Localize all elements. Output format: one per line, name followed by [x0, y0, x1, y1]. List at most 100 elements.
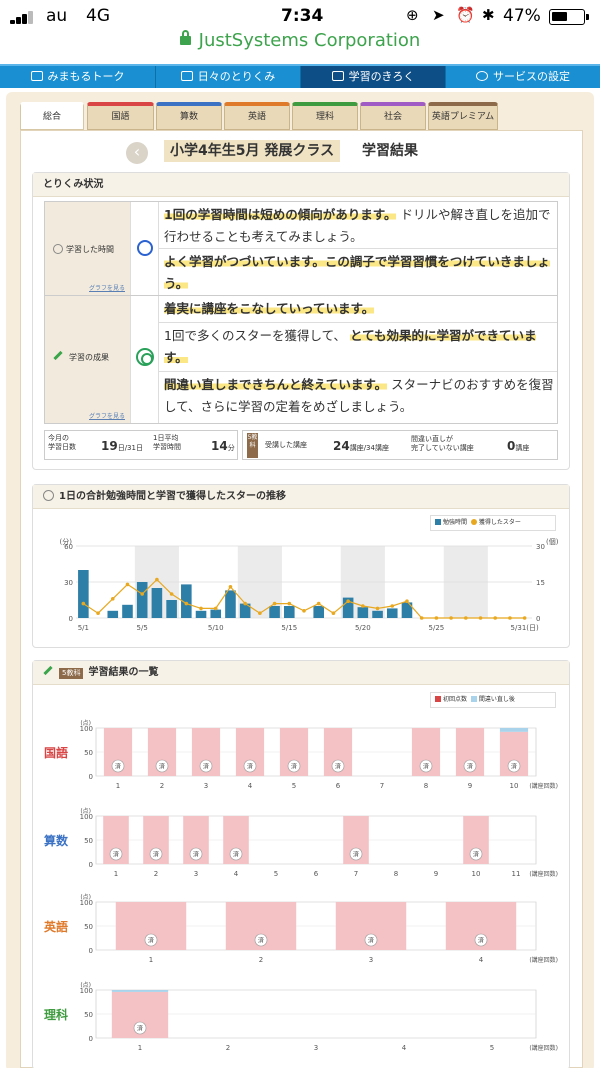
y-tick: 0 [89, 947, 93, 955]
done-stamp-text: 済 [511, 763, 517, 771]
five-subjects-badge: 5教科 [247, 433, 258, 458]
bar-chart-icon [331, 71, 344, 81]
done-stamp-text: 済 [233, 851, 239, 859]
star-point [361, 604, 365, 608]
result-section: 学習の成果 グラフを見る 着実に講座をこなしていっています。 1回で多くのスター… [44, 296, 558, 424]
x-tick: 3 [369, 956, 373, 964]
rotation-lock-icon: ⊕ [406, 6, 419, 24]
x-tick: 1 [149, 956, 153, 964]
tab-japanese[interactable]: 国語 [87, 102, 154, 130]
x-tick: 2 [259, 956, 263, 964]
done-stamp-text: 済 [467, 763, 473, 771]
legend-swatch [470, 519, 477, 525]
subject-label: 理科 [44, 1008, 69, 1022]
y-unit: (点) [80, 981, 91, 989]
x-tick: 5/31(日) [511, 624, 539, 632]
tab-english[interactable]: 英語 [224, 102, 290, 130]
legend-first-score: 初回点数 [443, 696, 468, 703]
star-point [287, 601, 292, 606]
done-stamp-text: 済 [159, 763, 165, 771]
back-button[interactable]: ‹ [126, 142, 148, 164]
location-icon: ➤ [432, 6, 445, 24]
x-tick: 1 [116, 782, 120, 790]
x-tick: 5/20 [355, 624, 371, 632]
subject-chart: 050100(点)済1済2済3済4 5 6済7 8 9済10 11 (講座回数) [80, 807, 558, 878]
nav-mimamoru-talk[interactable]: みまもるトーク [0, 66, 156, 88]
tab-science[interactable]: 理科 [292, 102, 358, 130]
star-point [213, 606, 218, 611]
tab-math[interactable]: 算数 [156, 102, 222, 130]
nav-settings[interactable]: サービスの設定 [446, 66, 600, 88]
subject-label: 英語 [44, 920, 69, 934]
x-tick: 7 [380, 782, 384, 790]
y-right-tick: 15 [536, 579, 545, 587]
nav-daily[interactable]: 日々のとりくみ [156, 66, 301, 88]
x-tick: 4 [479, 956, 484, 964]
nav-study-record[interactable]: 学習のきろく [301, 66, 446, 88]
tab-overall[interactable]: 総合 [20, 102, 84, 130]
bluetooth-icon: ✱ [482, 6, 495, 24]
excellent-double-circle-icon [136, 348, 154, 366]
star-point [302, 609, 306, 613]
study-time-bar [151, 588, 163, 618]
time-section: 学習した時間 グラフを見る 1回の学習時間は短めの傾向があります。 ドリルや解き… [44, 201, 558, 296]
done-stamp-text: 済 [113, 851, 119, 859]
y-tick: 0 [89, 1035, 93, 1043]
result-label-cell: 学習の成果 グラフを見る [45, 296, 131, 423]
done-stamp-text: 済 [368, 937, 374, 945]
clock-icon [43, 490, 54, 501]
x-tick: 5/25 [429, 624, 445, 632]
star-point [199, 606, 203, 611]
y-unit: (点) [80, 893, 91, 901]
star-point [449, 616, 453, 620]
done-stamp-text: 済 [258, 937, 264, 945]
study-time-bar [225, 590, 236, 618]
star-point [522, 616, 527, 620]
subject-label: 算数 [44, 834, 69, 848]
progress-panel: とりくみ状況 学習した時間 グラフを見る 1回の学習時間は短めの傾向があります。… [32, 172, 570, 470]
star-point [169, 592, 174, 596]
x-tick: 2 [154, 870, 158, 878]
legend-redo: 間違い直し後 [478, 696, 515, 703]
unfinished-value: 0講座 [507, 439, 530, 453]
y-tick: 0 [89, 773, 93, 781]
x-suffix: (講座回数) [529, 782, 558, 790]
x-tick: 4 [234, 870, 239, 878]
top-nav: みまもるトーク 日々のとりくみ 学習のきろく サービスの設定 [0, 64, 600, 88]
x-tick: 4 [402, 1044, 407, 1052]
star-point [464, 616, 468, 620]
tab-social[interactable]: 社会 [360, 102, 426, 130]
url-bar[interactable]: JustSystems Corporation [0, 30, 600, 58]
star-point [419, 616, 424, 620]
result-mark-cell [131, 296, 159, 423]
x-tick: 4 [248, 782, 253, 790]
daily-chart-legend: 勉強時間 獲得したスター [430, 515, 556, 531]
redo-score-bar [111, 990, 169, 992]
x-tick: 5/15 [281, 624, 297, 632]
lock-icon [179, 30, 191, 45]
x-tick: 5 [490, 1044, 494, 1052]
star-point [478, 616, 483, 620]
daily-chart-title: 1日の合計勉強時間と学習で獲得したスターの推移 [59, 491, 286, 502]
star-point [272, 601, 277, 606]
status-bar: au 4G 7:34 ⊕ ➤ ⏰ ✱ 47% [0, 0, 600, 32]
results-legend: 初回点数 間違い直し後 [430, 692, 556, 708]
tab-english-premium[interactable]: 英語プレミアム [428, 102, 498, 130]
results-title: 学習結果の一覧 [88, 667, 159, 678]
study-time-bar [357, 607, 369, 618]
y-right-tick: 30 [536, 543, 545, 551]
done-stamp-text: 済 [478, 937, 484, 945]
url-domain: JustSystems Corporation [198, 30, 421, 51]
star-point [375, 606, 380, 611]
graph-link-time[interactable]: グラフを見る [89, 283, 125, 292]
y-left-tick: 30 [64, 579, 73, 587]
graph-link-result[interactable]: グラフを見る [89, 411, 125, 420]
days-value: 19日/31日 [101, 439, 143, 453]
redo-score-bar [499, 728, 529, 732]
result-comment-3: 間違い直しまできちんと終えています。 スターナビのおすすめを復習して、さらに学習… [164, 377, 554, 414]
star-point [184, 601, 189, 606]
subject-label: 国語 [44, 746, 69, 760]
done-stamp-text: 済 [203, 763, 209, 771]
study-time-bar [210, 609, 222, 618]
x-tick: 3 [194, 870, 198, 878]
